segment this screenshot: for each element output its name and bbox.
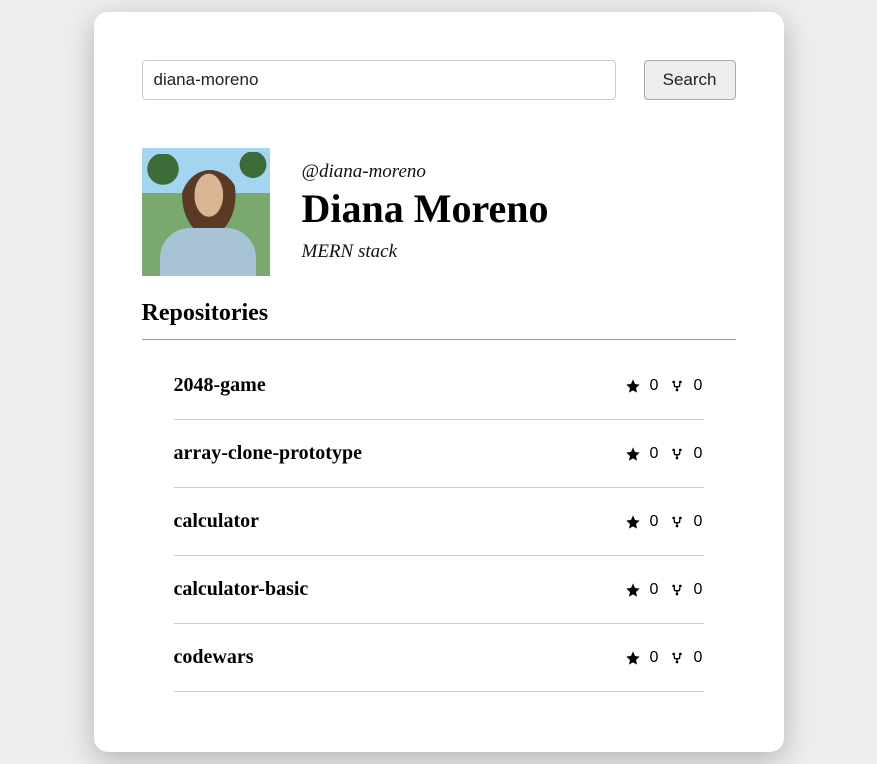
repo-stats: 0 0	[624, 649, 704, 667]
star-count: 0	[650, 377, 660, 395]
fork-icon	[668, 445, 686, 463]
star-icon	[624, 513, 642, 531]
star-count: 0	[650, 513, 660, 531]
profile-header: @diana-moreno Diana Moreno MERN stack	[142, 148, 736, 276]
repo-item[interactable]: calculator-basic 0 0	[174, 556, 704, 624]
profile-info: @diana-moreno Diana Moreno MERN stack	[302, 148, 549, 276]
fork-count: 0	[694, 377, 704, 395]
repo-item[interactable]: calculator 0 0	[174, 488, 704, 556]
repo-name: calculator	[174, 510, 260, 533]
fork-icon	[668, 649, 686, 667]
repo-item[interactable]: 2048-game 0 0	[174, 352, 704, 420]
star-icon	[624, 445, 642, 463]
search-button[interactable]: Search	[644, 60, 736, 100]
fork-icon	[668, 581, 686, 599]
star-icon	[624, 377, 642, 395]
fork-count: 0	[694, 445, 704, 463]
profile-bio: MERN stack	[302, 241, 549, 263]
profile-name: Diana Moreno	[302, 187, 549, 231]
repo-stats: 0 0	[624, 377, 704, 395]
repo-name: 2048-game	[174, 374, 266, 397]
star-count: 0	[650, 581, 660, 599]
fork-count: 0	[694, 513, 704, 531]
repo-name: calculator-basic	[174, 578, 309, 601]
repo-item[interactable]: codewars 0 0	[174, 624, 704, 692]
repo-list: 2048-game 0 0 array-clone-prototype 0 0 …	[142, 352, 736, 692]
repo-name: codewars	[174, 646, 254, 669]
repo-stats: 0 0	[624, 513, 704, 531]
section-title: Repositories	[142, 300, 736, 327]
search-bar: Search	[142, 60, 736, 100]
repo-name: array-clone-prototype	[174, 442, 362, 465]
star-icon	[624, 649, 642, 667]
star-count: 0	[650, 445, 660, 463]
avatar	[142, 148, 270, 276]
fork-icon	[668, 377, 686, 395]
fork-icon	[668, 513, 686, 531]
repo-stats: 0 0	[624, 581, 704, 599]
search-input[interactable]	[142, 60, 616, 100]
repo-stats: 0 0	[624, 445, 704, 463]
star-icon	[624, 581, 642, 599]
fork-count: 0	[694, 581, 704, 599]
section-divider	[142, 339, 736, 340]
profile-handle: @diana-moreno	[302, 161, 549, 183]
fork-count: 0	[694, 649, 704, 667]
star-count: 0	[650, 649, 660, 667]
profile-card: Search @diana-moreno Diana Moreno MERN s…	[94, 12, 784, 752]
repo-item[interactable]: array-clone-prototype 0 0	[174, 420, 704, 488]
